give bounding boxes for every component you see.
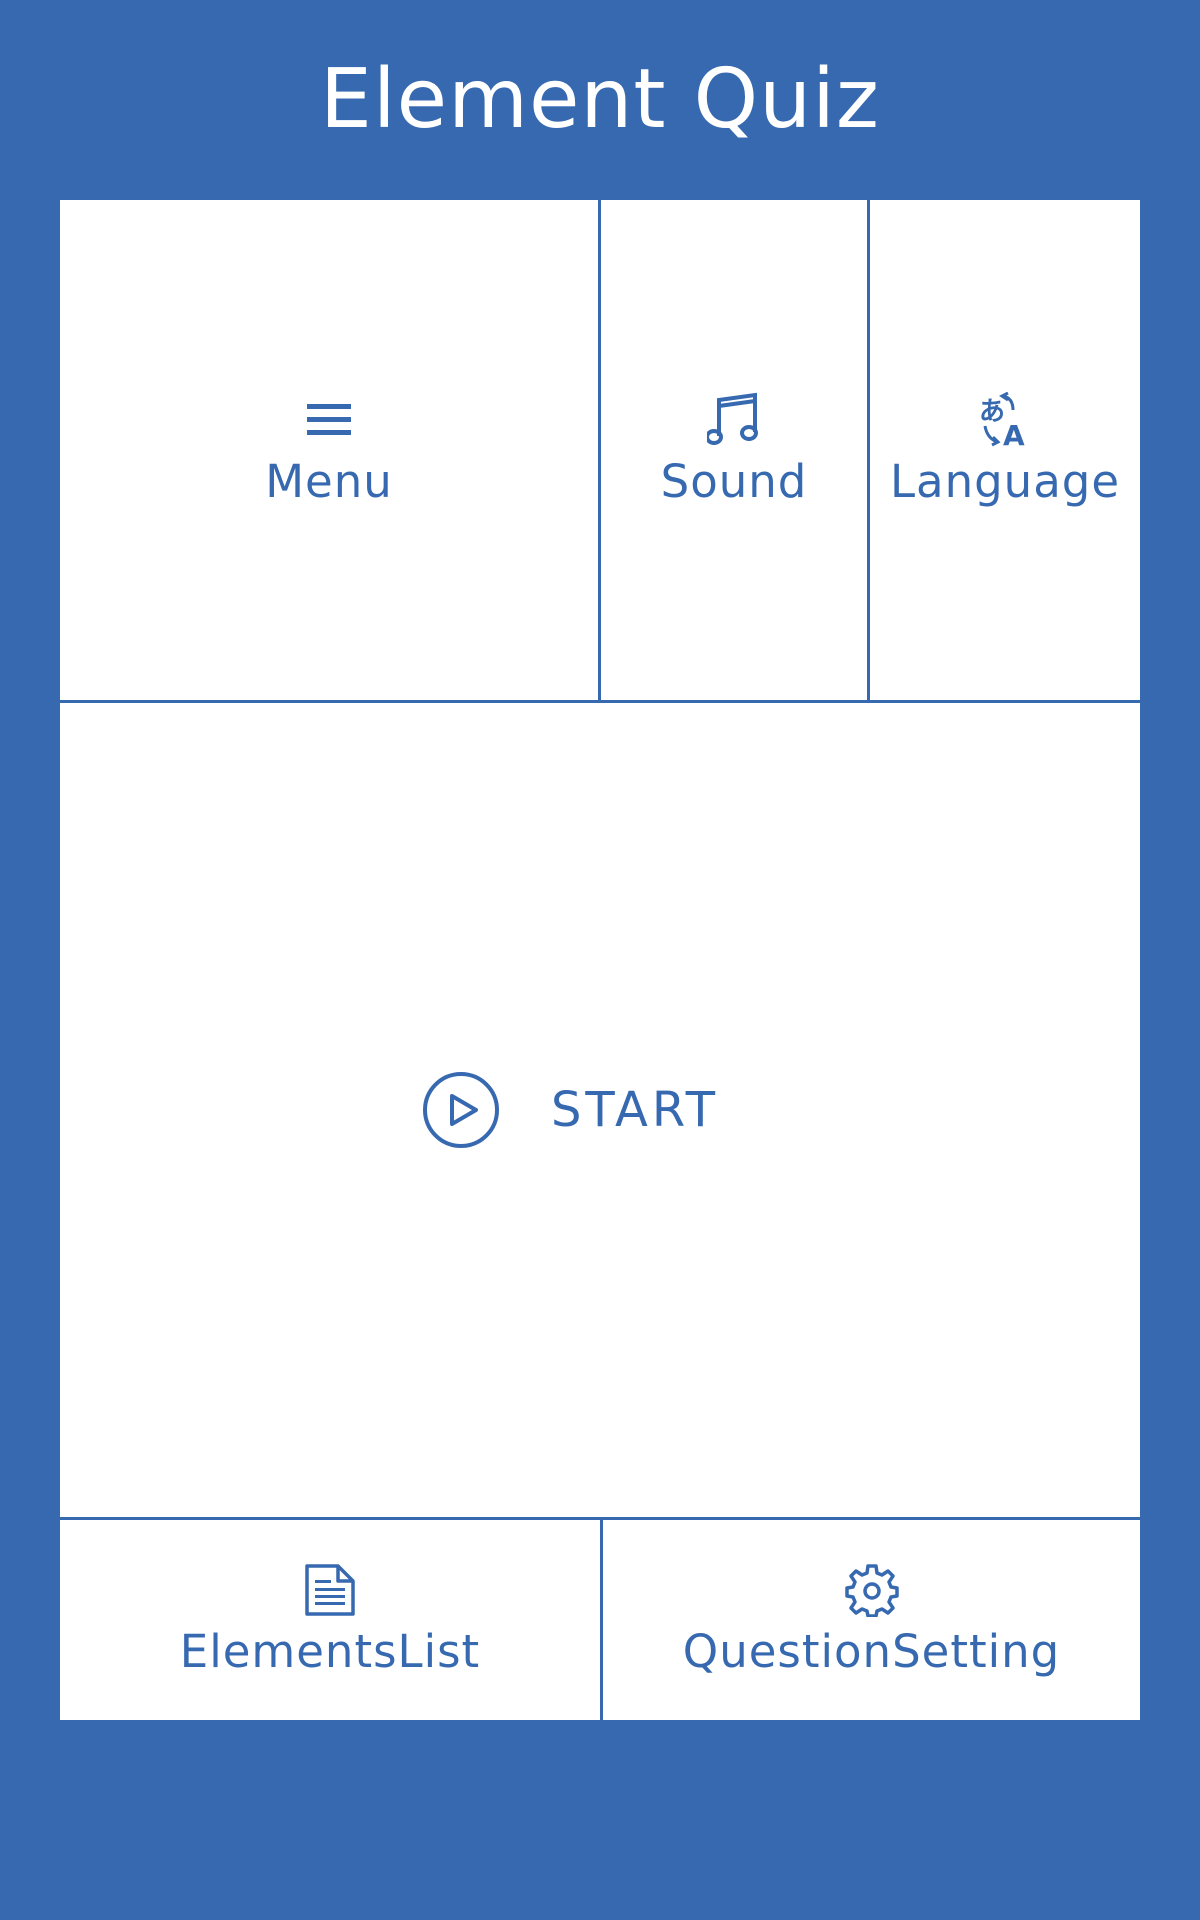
svg-text:A: A — [1003, 419, 1025, 448]
app-screen: Element Quiz Menu Sound あ A Language STA… — [0, 0, 1200, 1920]
svg-text:あ: あ — [979, 397, 1005, 427]
app-title: Element Quiz — [320, 52, 880, 147]
question-setting-button[interactable]: QuestionSetting — [603, 1520, 1140, 1720]
language-button[interactable]: あ A Language — [870, 200, 1140, 700]
document-icon — [304, 1560, 356, 1620]
translate-icon: あ A — [977, 390, 1033, 450]
music-note-icon — [707, 390, 761, 450]
menu-label: Menu — [265, 455, 393, 508]
language-label: Language — [889, 455, 1121, 508]
start-label: START — [550, 1082, 720, 1138]
question-setting-label: QuestionSetting — [682, 1625, 1061, 1678]
menu-button[interactable]: Menu — [60, 200, 598, 700]
elements-list-label: ElementsList — [179, 1625, 481, 1678]
main-panel: Menu Sound あ A Language START ElementsLi… — [60, 200, 1140, 1720]
start-button[interactable]: START — [60, 703, 1140, 1517]
hamburger-menu-icon — [306, 390, 352, 450]
gear-icon — [844, 1560, 899, 1620]
sound-button[interactable]: Sound — [601, 200, 867, 700]
sound-label: Sound — [660, 455, 808, 508]
elements-list-button[interactable]: ElementsList — [60, 1520, 600, 1720]
play-circle-icon — [421, 1070, 501, 1150]
